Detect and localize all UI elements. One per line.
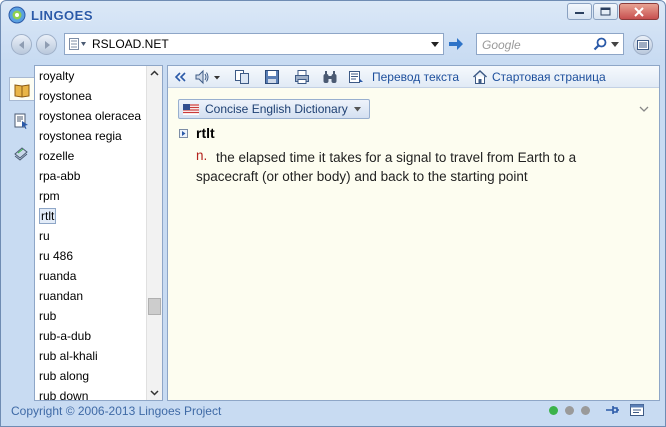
app-logo: LINGOES — [8, 6, 93, 24]
list-item[interactable]: rpm — [35, 186, 147, 206]
side-tabs — [9, 67, 34, 399]
chevron-down-icon[interactable] — [639, 106, 649, 113]
translate-text-link[interactable]: Перевод текста — [372, 70, 459, 84]
list-item[interactable]: rub al-khali — [35, 346, 147, 366]
popup-window-icon[interactable] — [629, 403, 645, 417]
chevron-down-icon[interactable] — [429, 37, 441, 51]
maximize-button[interactable] — [593, 3, 618, 20]
app-title: LINGOES — [31, 7, 94, 23]
list-item[interactable]: rub — [35, 306, 147, 326]
list-item-selected[interactable]: rtlt — [35, 206, 147, 226]
status-indicator — [565, 406, 574, 415]
minimize-button[interactable] — [567, 3, 592, 20]
status-indicator — [581, 406, 590, 415]
list-view-icon — [69, 38, 86, 50]
search-input[interactable]: Google — [476, 33, 624, 55]
url-text: RSLOAD.NET — [92, 37, 169, 51]
list-item[interactable]: rub-a-dub — [35, 326, 147, 346]
minimize-icon — [574, 11, 584, 14]
scrollbar-thumb[interactable] — [148, 298, 161, 315]
result-pane: Перевод текста Стартовая страница Concis… — [167, 65, 660, 401]
tab-glossary[interactable] — [9, 141, 34, 165]
status-bar: Copyright © 2006-2013 Lingoes Project — [1, 401, 665, 426]
us-flag-icon — [183, 103, 199, 115]
chevron-down-icon[interactable] — [610, 38, 620, 50]
back-button[interactable] — [11, 34, 32, 55]
chevron-up-icon[interactable] — [147, 66, 162, 81]
maximize-icon — [600, 7, 610, 15]
home-icon[interactable] — [472, 69, 488, 85]
search-icon[interactable] — [593, 37, 607, 51]
list-item[interactable]: rpa-abb — [35, 166, 147, 186]
list-item[interactable]: rub along — [35, 366, 147, 386]
list-item[interactable]: ruanda — [35, 266, 147, 286]
title-bar: LINGOES — [1, 1, 665, 29]
expand-entry-icon[interactable] — [179, 129, 188, 138]
word-list-scrollbar[interactable] — [146, 66, 162, 400]
arrow-right-icon — [44, 40, 50, 49]
list-item[interactable]: roystonea oleracea — [35, 106, 147, 126]
status-indicator-online — [549, 406, 558, 415]
save-icon[interactable] — [264, 69, 280, 85]
list-item[interactable]: rub down — [35, 386, 147, 400]
entry-definition: the elapsed time it takes for a signal t… — [196, 150, 577, 184]
window-controls — [566, 3, 659, 20]
entry-headword: rtlt — [196, 125, 215, 141]
word-list-items: royalty roystonea roystonea oleracea roy… — [35, 66, 147, 400]
binoculars-icon[interactable] — [322, 69, 338, 85]
go-arrow-icon[interactable] — [447, 35, 465, 53]
pin-icon[interactable] — [604, 403, 620, 417]
arrow-left-icon — [18, 40, 24, 49]
double-chevron-left-icon[interactable] — [172, 69, 188, 85]
chevron-down-icon[interactable] — [147, 385, 162, 400]
copyright-text: Copyright © 2006-2013 Lingoes Project — [11, 404, 222, 418]
app-window: LINGOES RSLOAD.NET Google royalty roysto… — [0, 0, 666, 427]
dictionary-name: Concise English Dictionary — [205, 102, 348, 116]
list-item[interactable]: ru — [35, 226, 147, 246]
tab-dictionary[interactable] — [9, 77, 34, 101]
list-item[interactable]: ru 486 — [35, 246, 147, 266]
word-list[interactable]: royalty roystonea roystonea oleracea roy… — [34, 65, 163, 401]
start-page-link[interactable]: Стартовая страница — [492, 70, 606, 84]
close-icon — [634, 6, 644, 17]
url-input[interactable]: RSLOAD.NET — [64, 33, 444, 55]
forward-button[interactable] — [36, 34, 57, 55]
books-icon — [14, 147, 28, 161]
speaker-icon[interactable] — [194, 69, 210, 85]
text-translate-icon[interactable] — [348, 69, 364, 85]
close-button[interactable] — [619, 3, 659, 20]
address-bar: RSLOAD.NET Google — [1, 29, 665, 62]
dictionary-selector[interactable]: Concise English Dictionary — [178, 99, 370, 119]
document-cursor-icon — [14, 113, 28, 129]
list-item[interactable]: rozelle — [35, 146, 147, 166]
lingoes-logo-icon — [8, 6, 26, 24]
printer-icon[interactable] — [294, 69, 310, 85]
main-menu-button[interactable] — [633, 35, 653, 55]
tab-text-translation[interactable] — [9, 109, 34, 133]
caret-down-icon — [353, 106, 361, 111]
result-toolbar: Перевод текста Стартовая страница — [168, 66, 659, 88]
list-item[interactable]: roystonea regia — [35, 126, 147, 146]
list-item[interactable]: royalty — [35, 66, 147, 86]
book-icon — [14, 84, 30, 98]
list-item[interactable]: ruandan — [35, 286, 147, 306]
menu-icon — [637, 40, 649, 50]
list-item[interactable]: roystonea — [35, 86, 147, 106]
search-placeholder: Google — [482, 38, 521, 52]
chevron-down-icon[interactable] — [212, 69, 222, 85]
copy-icon[interactable] — [234, 69, 250, 85]
